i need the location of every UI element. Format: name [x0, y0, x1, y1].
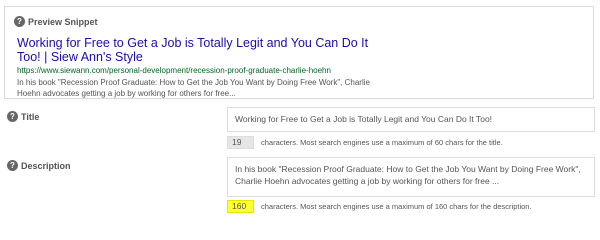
help-icon[interactable]: ?: [7, 111, 18, 122]
title-input[interactable]: Working for Free to Get a Job is Totally…: [227, 107, 595, 132]
title-label-group: ? Title: [7, 111, 39, 122]
snippet-description: In his book "Recession Proof Graduate: H…: [17, 78, 370, 98]
help-icon[interactable]: ?: [14, 16, 25, 27]
description-char-count: 160: [227, 200, 254, 213]
title-char-count: 19: [227, 136, 254, 149]
preview-snippet-panel: ? Preview Snippet Working for Free to Ge…: [4, 6, 594, 99]
title-char-note: characters. Most search engines use a ma…: [261, 138, 503, 147]
title-counter-row: 19 characters. Most search engines use a…: [227, 136, 503, 149]
snippet-url: https://www.siewann.com/personal-develop…: [17, 66, 331, 75]
snippet-title-link[interactable]: Working for Free to Get a Job is Totally…: [17, 36, 377, 64]
description-char-note: characters. Most search engines use a ma…: [261, 202, 532, 211]
description-label: Description: [21, 160, 71, 171]
description-label-group: ? Description: [7, 160, 71, 171]
title-label: Title: [21, 111, 40, 122]
description-textarea[interactable]: In his book "Recession Proof Graduate: H…: [227, 157, 595, 197]
description-counter-row: 160 characters. Most search engines use …: [227, 200, 532, 213]
help-icon[interactable]: ?: [7, 160, 18, 171]
preview-snippet-heading: Preview Snippet: [28, 16, 98, 27]
preview-snippet-header: ? Preview Snippet: [14, 16, 98, 27]
